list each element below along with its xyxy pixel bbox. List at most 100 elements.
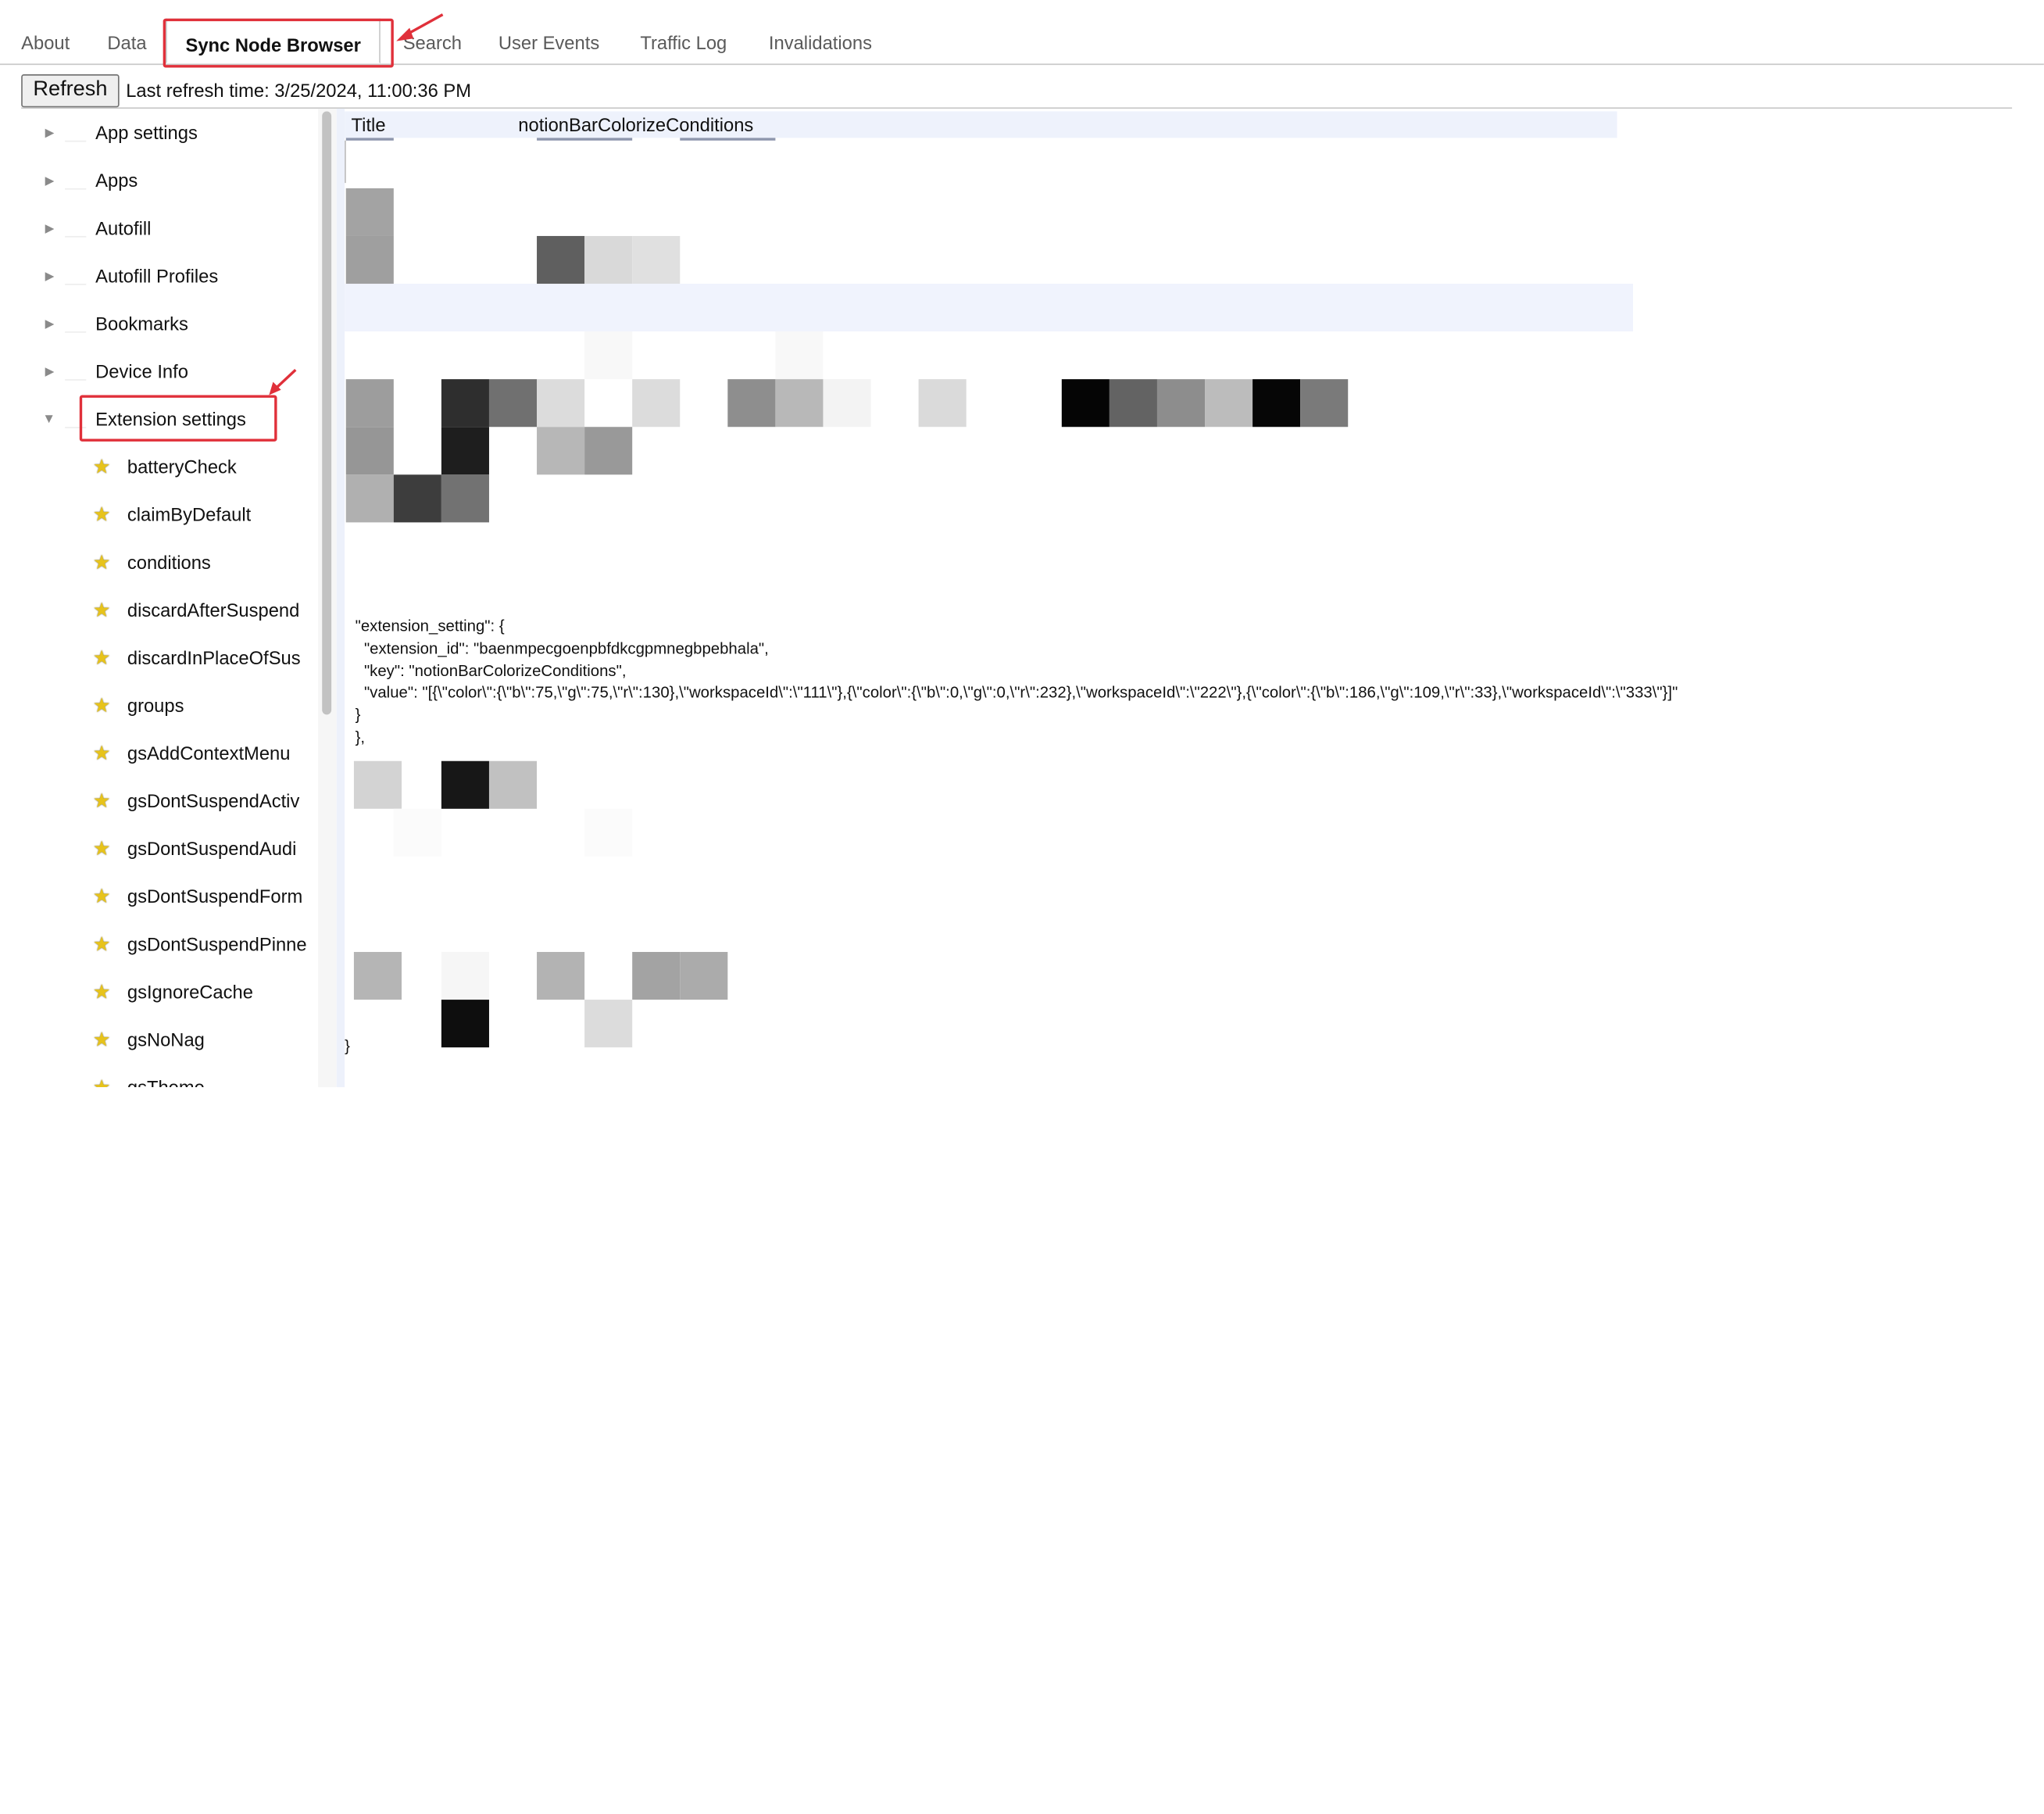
- annotation-arrow-icon: [396, 13, 444, 41]
- tree-leaf-label: gsDontSuspendPinne: [127, 933, 307, 955]
- puzzle-star-icon: ★: [92, 1028, 111, 1051]
- tab-data[interactable]: Data: [107, 32, 146, 53]
- tree-folder-autofill-profiles[interactable]: ▶ Autofill Profiles: [0, 252, 318, 299]
- puzzle-star-icon: ★: [92, 550, 111, 574]
- folder-icon: [65, 220, 87, 237]
- expand-caret-icon[interactable]: ▶: [45, 125, 55, 140]
- node-details-pane: Title notionBarColorizeConditions "exten…: [345, 109, 2044, 1087]
- tree-folder-app-settings[interactable]: ▶ App settings: [0, 109, 318, 156]
- sync-internals-page: About Data Sync Node Browser Search User…: [0, 0, 2044, 1088]
- last-refresh-time: Last refresh time: 3/25/2024, 11:00:36 P…: [126, 79, 472, 101]
- tree-leaf-label: gsNoNag: [127, 1029, 205, 1050]
- tree-highlight-box: [79, 395, 277, 442]
- tab-about[interactable]: About: [21, 32, 70, 53]
- tree-folder-autofill[interactable]: ▶ Autofill: [0, 204, 318, 252]
- tree-leaf-label: claimByDefault: [127, 503, 252, 525]
- puzzle-star-icon: ★: [92, 503, 111, 526]
- folder-icon: [65, 267, 87, 284]
- tree-leaf-label: gsDontSuspendForm: [127, 886, 303, 907]
- tree-leaf-label: gsAddContextMenu: [127, 742, 291, 764]
- tree-leaf-gs-no-nag[interactable]: ★ gsNoNag: [0, 1015, 318, 1063]
- tree-leaf-discard-after-suspend[interactable]: ★ discardAfterSuspend: [0, 586, 318, 634]
- json-line: "extension_id": "baenmpecgoenpbfdkcgpmne…: [355, 639, 769, 658]
- header-underline: [680, 138, 776, 141]
- folder-icon: [65, 363, 87, 381]
- tree-leaf-gs-dont-suspend-pinned[interactable]: ★ gsDontSuspendPinne: [0, 920, 318, 968]
- collapse-caret-icon[interactable]: ▼: [42, 412, 55, 427]
- folder-icon: [65, 124, 87, 141]
- tree-leaf-label: gsDontSuspendActiv: [127, 790, 300, 812]
- tree-leaf-discard-in-place[interactable]: ★ discardInPlaceOfSus: [0, 634, 318, 682]
- puzzle-star-icon: ★: [92, 694, 111, 717]
- puzzle-star-icon: ★: [92, 885, 111, 908]
- json-line: "value": "[{\"color\":{\"b\":75,\"g\":75…: [355, 683, 1678, 703]
- folder-icon: [65, 315, 87, 332]
- tree-leaf-label: batteryCheck: [127, 456, 237, 478]
- puzzle-star-icon: ★: [92, 837, 111, 860]
- expand-caret-icon[interactable]: ▶: [45, 220, 55, 235]
- folder-icon: [65, 172, 87, 189]
- puzzle-star-icon: ★: [92, 646, 111, 669]
- json-line: "key": "notionBarColorizeConditions",: [355, 660, 627, 680]
- details-header-title: Title: [351, 113, 386, 136]
- tree-leaf-gs-theme[interactable]: ★ gsTheme: [0, 1064, 318, 1088]
- tree-leaf-label: discardAfterSuspend: [127, 599, 300, 621]
- tree-leaf-label: discardInPlaceOfSus: [127, 646, 301, 668]
- tree-leaf-label: gsTheme: [127, 1076, 205, 1088]
- tree-leaf-label: gsDontSuspendAudi: [127, 838, 297, 860]
- tree-folder-label: Bookmarks: [95, 313, 188, 335]
- tree-leaf-gs-dont-suspend-active[interactable]: ★ gsDontSuspendActiv: [0, 777, 318, 825]
- tree-leaf-label: gsIgnoreCache: [127, 981, 253, 1003]
- tab-invalidations[interactable]: Invalidations: [769, 32, 872, 53]
- tree-folder-label: Device Info: [95, 360, 188, 382]
- node-json-details: "extension_setting": { "extension_id": "…: [356, 615, 1678, 749]
- json-line: "extension_setting": {: [355, 616, 505, 635]
- tree-leaf-battery-check[interactable]: ★ batteryCheck: [0, 443, 318, 491]
- table-row-highlight: [345, 284, 1633, 332]
- tree-leaf-groups[interactable]: ★ groups: [0, 682, 318, 729]
- tree-leaf-conditions[interactable]: ★ conditions: [0, 538, 318, 586]
- refresh-button[interactable]: Refresh: [21, 73, 120, 107]
- tree-leaf-gs-dont-suspend-audio[interactable]: ★ gsDontSuspendAudi: [0, 825, 318, 872]
- tab-user-events[interactable]: User Events: [498, 32, 599, 53]
- tab-traffic-log[interactable]: Traffic Log: [640, 32, 727, 53]
- tree-leaf-label: groups: [127, 694, 184, 717]
- scrollbar-thumb[interactable]: [322, 111, 332, 715]
- json-closing-brace: }: [345, 1036, 350, 1056]
- puzzle-star-icon: ★: [92, 455, 111, 478]
- table-border: [345, 140, 346, 184]
- details-header-row: Title notionBarColorizeConditions: [345, 111, 1617, 138]
- header-underline: [537, 138, 633, 141]
- tree-folder-bookmarks[interactable]: ▶ Bookmarks: [0, 299, 318, 347]
- header-underline: [345, 138, 394, 141]
- expand-caret-icon[interactable]: ▶: [45, 317, 55, 331]
- tree-leaf-gs-ignore-cache[interactable]: ★ gsIgnoreCache: [0, 968, 318, 1015]
- expand-caret-icon[interactable]: ▶: [45, 173, 55, 188]
- tree-leaf-gs-add-context-menu[interactable]: ★ gsAddContextMenu: [0, 729, 318, 777]
- refresh-row: Refresh Last refresh time: 3/25/2024, 11…: [21, 73, 471, 107]
- puzzle-star-icon: ★: [92, 932, 111, 956]
- annotation-arrow-icon: [269, 369, 297, 395]
- tree-scrollbar[interactable]: [318, 109, 337, 1088]
- puzzle-star-icon: ★: [92, 742, 111, 764]
- expand-caret-icon[interactable]: ▶: [45, 364, 55, 379]
- puzzle-star-icon: ★: [92, 1075, 111, 1088]
- puzzle-star-icon: ★: [92, 789, 111, 813]
- tree-folder-label: Autofill: [95, 217, 152, 239]
- pane-splitter[interactable]: [336, 109, 345, 1088]
- expand-caret-icon[interactable]: ▶: [45, 269, 55, 284]
- tree-leaf-label: conditions: [127, 551, 211, 573]
- json-line: },: [355, 728, 366, 747]
- json-line: }: [355, 705, 361, 725]
- sync-node-tree: ▶ App settings ▶ Apps ▶ Autofill ▶ Autof…: [0, 109, 318, 1087]
- tab-highlight-box: [163, 18, 394, 68]
- tree-folder-apps[interactable]: ▶ Apps: [0, 156, 318, 204]
- details-header-value: notionBarColorizeConditions: [518, 113, 754, 136]
- tree-folder-label: Apps: [95, 170, 138, 191]
- tree-leaf-gs-dont-suspend-forms[interactable]: ★ gsDontSuspendForm: [0, 872, 318, 920]
- tree-folder-label: App settings: [95, 122, 198, 144]
- tree-folder-label: Autofill Profiles: [95, 265, 219, 287]
- puzzle-star-icon: ★: [92, 980, 111, 1004]
- puzzle-star-icon: ★: [92, 598, 111, 621]
- tree-leaf-claim-by-default[interactable]: ★ claimByDefault: [0, 491, 318, 538]
